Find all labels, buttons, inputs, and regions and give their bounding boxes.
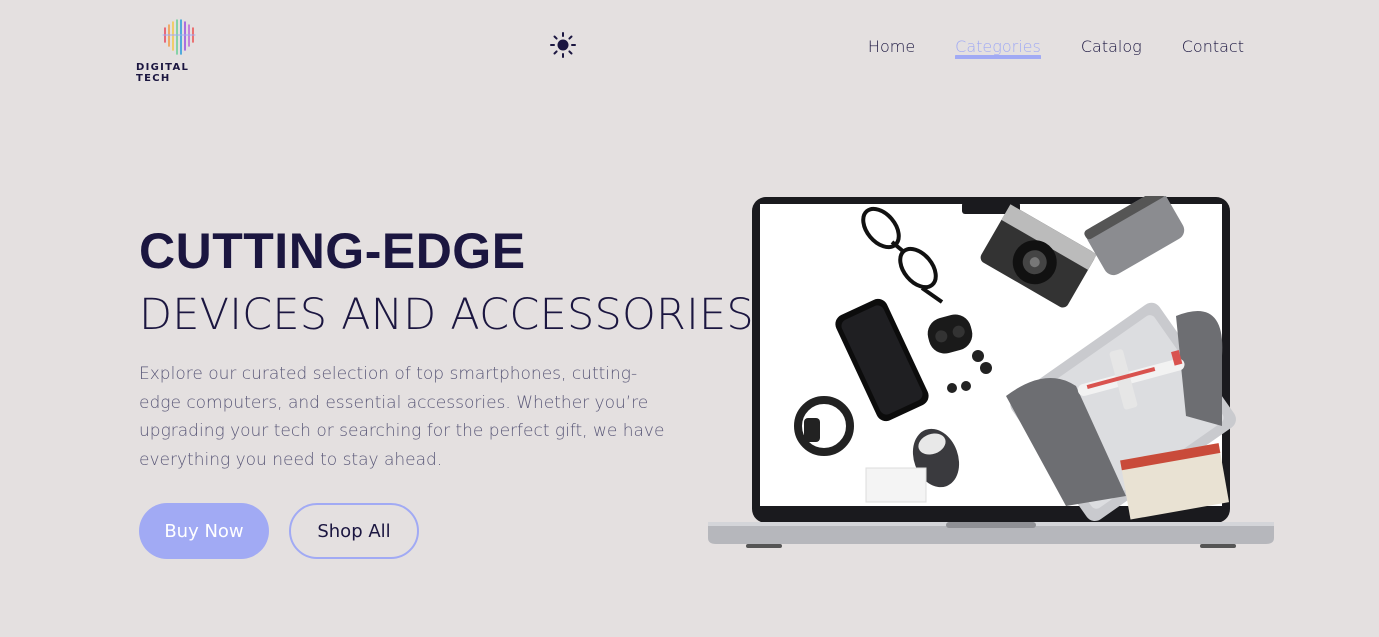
buy-now-button[interactable]: Buy Now — [139, 503, 269, 559]
hero-description: Explore our curated selection of top sma… — [139, 364, 665, 471]
brand-name: DIGITAL TECH — [136, 62, 190, 84]
hero-title: CUTTING-EDGE — [139, 223, 526, 279]
shop-all-button[interactable]: Shop All — [289, 503, 419, 559]
sun-icon — [550, 32, 576, 58]
main-nav: Home Categories Catalog Contact — [868, 37, 1244, 59]
laptop-with-accessories-image — [706, 188, 1276, 557]
nav-home[interactable]: Home — [868, 37, 915, 59]
theme-toggle-button[interactable] — [549, 31, 577, 59]
nav-categories[interactable]: Categories — [955, 37, 1041, 59]
nav-contact[interactable]: Contact — [1182, 37, 1244, 59]
nav-catalog[interactable]: Catalog — [1081, 37, 1142, 59]
rainbow-lines-logo-icon — [162, 19, 196, 55]
hero-subtitle: DEVICES AND ACCESSORIES — [139, 290, 754, 340]
brand-logo[interactable]: DIGITAL TECH — [136, 18, 224, 84]
